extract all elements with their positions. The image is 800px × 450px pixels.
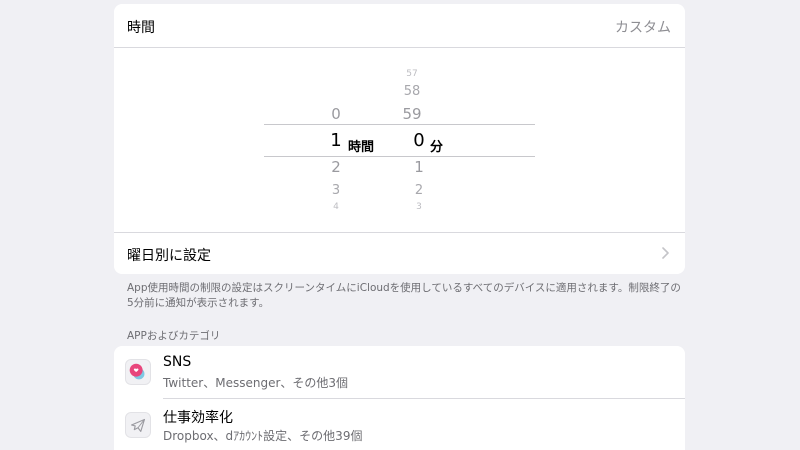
picker-selection-bottom-line: [264, 156, 535, 157]
minutes-option[interactable]: 57: [392, 70, 432, 79]
time-row-value: カスタム: [615, 20, 671, 36]
chevron-right-icon: [662, 247, 669, 259]
app-category-title: 仕事効率化: [163, 410, 233, 426]
weekday-settings-label: 曜日別に設定: [127, 248, 211, 264]
paper-plane-icon: [125, 412, 151, 438]
hours-option[interactable]: 4: [316, 203, 356, 212]
minutes-unit-label: 分: [430, 140, 444, 155]
social-chat-icon: [125, 359, 151, 385]
time-limit-card: 時間 カスタム 0 1 時間 2 3 4 57 58 59 0 分 1 2 3 …: [114, 4, 685, 274]
minutes-option[interactable]: 2: [399, 184, 439, 197]
apps-card: SNS Twitter、Messenger、その他3個 仕事効率化 Dropbo…: [114, 346, 685, 450]
hours-unit-label: 時間: [348, 140, 375, 155]
weekday-settings-row[interactable]: 曜日別に設定: [114, 233, 685, 274]
minutes-option[interactable]: 58: [392, 85, 432, 98]
minutes-option[interactable]: 3: [399, 203, 439, 212]
app-category-subtitle: Dropbox、dｱｶｳﾝﾄ設定、その他39個: [163, 429, 363, 443]
time-row-label: 時間: [127, 20, 155, 36]
list-item[interactable]: 仕事効率化 Dropbox、dｱｶｳﾝﾄ設定、その他39個: [114, 399, 685, 450]
list-item[interactable]: SNS Twitter、Messenger、その他3個: [114, 346, 685, 398]
app-category-subtitle: Twitter、Messenger、その他3個: [163, 376, 349, 390]
hours-option[interactable]: 0: [316, 107, 356, 122]
minutes-option[interactable]: 59: [392, 107, 432, 122]
minutes-option[interactable]: 1: [399, 160, 439, 175]
apps-section-header: APPおよびカテゴリ: [127, 330, 221, 342]
time-row[interactable]: 時間 カスタム: [114, 4, 685, 48]
footnote-text: App使用時間の制限の設定はスクリーンタイムにiCloudを使用しているすべての…: [127, 282, 681, 309]
app-category-title: SNS: [163, 354, 192, 370]
time-picker[interactable]: 0 1 時間 2 3 4 57 58 59 0 分 1 2 3: [114, 48, 685, 228]
hours-option[interactable]: 2: [316, 160, 356, 175]
picker-selection-top-line: [264, 124, 535, 125]
hours-option[interactable]: 3: [316, 184, 356, 197]
